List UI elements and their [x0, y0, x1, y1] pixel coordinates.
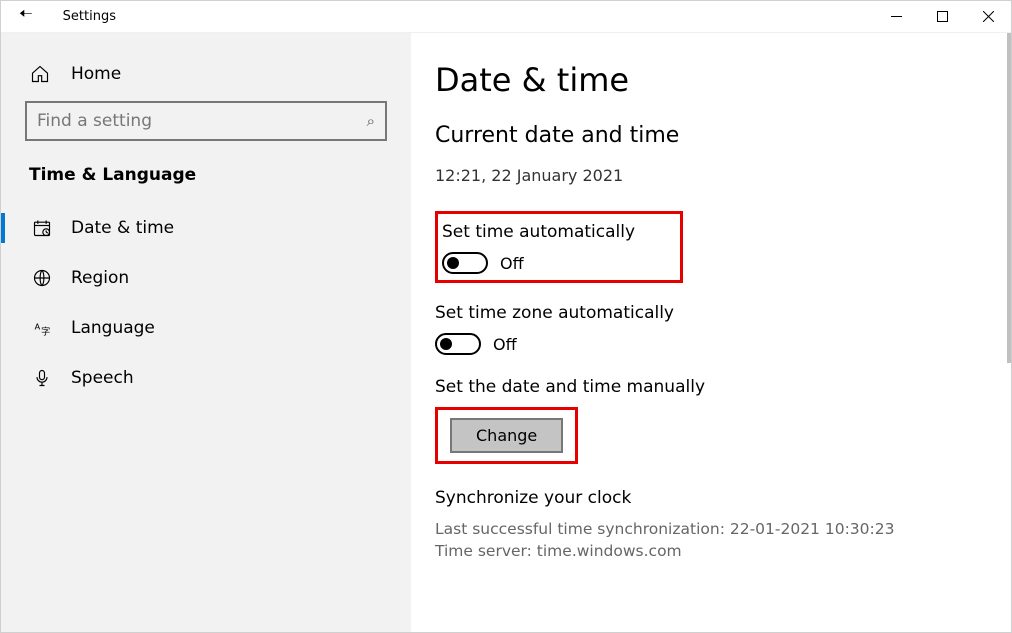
microphone-icon	[31, 367, 53, 389]
window-title: Settings	[51, 9, 116, 24]
sidebar-section-head: Time & Language	[25, 165, 387, 185]
page-title: Date & time	[435, 61, 969, 99]
sync-server: Time server: time.windows.com	[435, 540, 969, 562]
sync-head: Synchronize your clock	[435, 488, 969, 508]
set-time-auto-toggle[interactable]	[442, 252, 488, 274]
calendar-clock-icon	[31, 217, 53, 239]
globe-icon	[31, 267, 53, 289]
change-button[interactable]: Change	[450, 418, 563, 453]
sidebar-item-label: Speech	[71, 368, 134, 388]
sidebar-item-date-time[interactable]: Date & time	[25, 203, 387, 253]
set-tz-auto-state: Off	[493, 335, 517, 354]
current-datetime-head: Current date and time	[435, 123, 969, 148]
svg-text:A: A	[35, 322, 41, 332]
scrollbar-thumb[interactable]	[1007, 33, 1011, 363]
set-time-auto-highlight: Set time automatically Off	[435, 211, 683, 283]
search-icon: ⌕	[367, 112, 375, 130]
home-nav[interactable]: Home	[25, 51, 387, 101]
manual-set-label: Set the date and time manually	[435, 377, 969, 397]
sidebar-item-label: Region	[71, 268, 129, 288]
settings-window: 🠠 Settings Home ⌕ Time & Language Da	[0, 0, 1012, 633]
sync-last: Last successful time synchronization: 22…	[435, 518, 969, 540]
home-label: Home	[71, 64, 121, 84]
set-time-auto-state: Off	[500, 254, 524, 273]
change-button-highlight: Change	[435, 407, 578, 464]
set-time-auto-toggle-row: Off	[442, 252, 670, 274]
sidebar-item-label: Date & time	[71, 218, 174, 238]
svg-text:字: 字	[41, 326, 50, 338]
set-tz-auto-label: Set time zone automatically	[435, 303, 969, 323]
set-tz-auto-toggle[interactable]	[435, 333, 481, 355]
titlebar: 🠠 Settings	[1, 1, 1011, 33]
toggle-knob	[447, 257, 459, 269]
sidebar-item-region[interactable]: Region	[25, 253, 387, 303]
content-area: Date & time Current date and time 12:21,…	[411, 33, 1011, 632]
sidebar-item-speech[interactable]: Speech	[25, 353, 387, 403]
language-icon: A字	[31, 317, 53, 339]
home-icon	[29, 63, 51, 85]
titlebar-left: 🠠 Settings	[7, 3, 116, 30]
current-datetime-value: 12:21, 22 January 2021	[435, 166, 969, 185]
window-controls	[873, 1, 1011, 33]
sidebar-item-language[interactable]: A字 Language	[25, 303, 387, 353]
sidebar: Home ⌕ Time & Language Date & time Regio…	[1, 33, 411, 632]
search-box[interactable]: ⌕	[25, 101, 387, 141]
maximize-button[interactable]	[919, 1, 965, 33]
sidebar-item-label: Language	[71, 318, 155, 338]
set-time-auto-label: Set time automatically	[442, 222, 670, 242]
search-input[interactable]	[37, 111, 367, 131]
close-button[interactable]	[965, 1, 1011, 33]
body: Home ⌕ Time & Language Date & time Regio…	[1, 33, 1011, 632]
toggle-knob	[440, 338, 452, 350]
sidebar-nav: Date & time Region A字 Language Speech	[25, 203, 387, 403]
set-tz-auto-toggle-row: Off	[435, 333, 969, 355]
back-icon[interactable]: 🠠	[19, 3, 33, 30]
minimize-button[interactable]	[873, 1, 919, 33]
